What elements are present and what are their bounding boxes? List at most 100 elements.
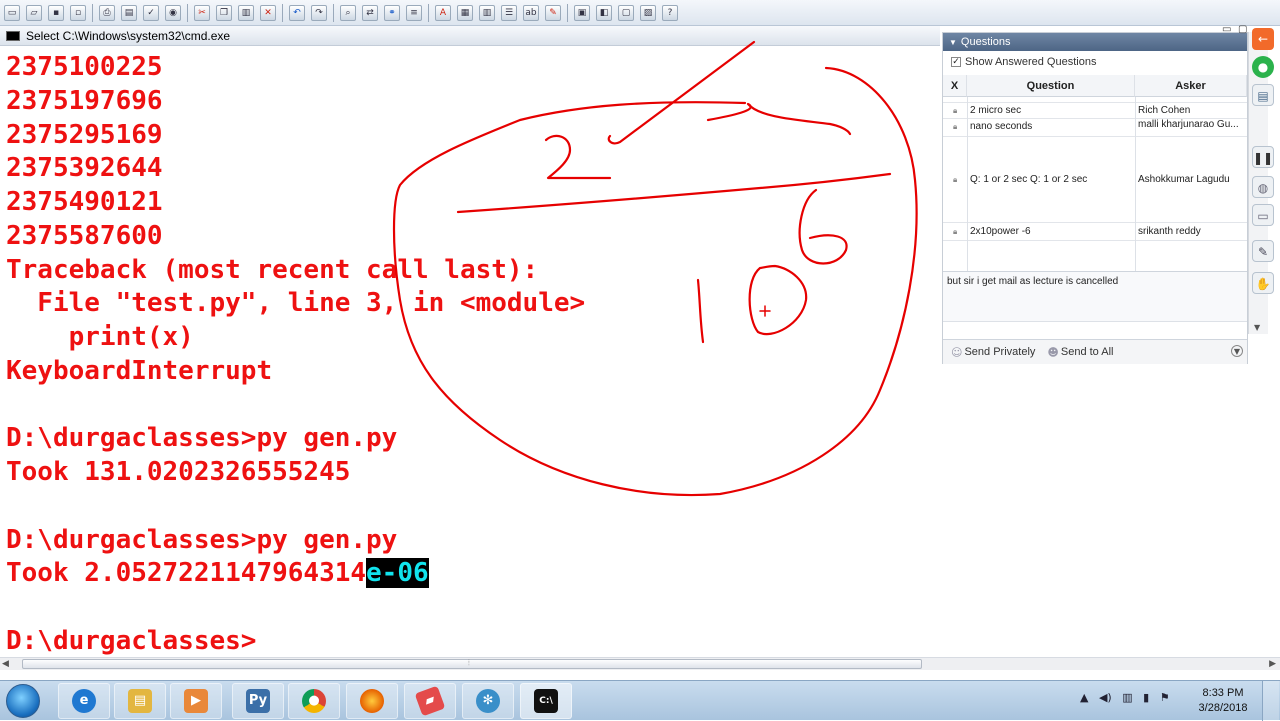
- column-header-question[interactable]: Question: [967, 75, 1135, 97]
- scroll-down-icon[interactable]: ▼: [1254, 323, 1260, 332]
- question-text: nano seconds: [970, 121, 1033, 132]
- show-answered-toggle[interactable]: ✓ Show Answered Questions: [943, 51, 1247, 73]
- taskbar-eraser[interactable]: ▰: [404, 683, 456, 719]
- chrome-icon: ●: [302, 689, 326, 713]
- taskbar-ie[interactable]: e: [58, 683, 110, 719]
- text-tool-icon[interactable]: A: [435, 4, 451, 21]
- save-icon[interactable]: ▪: [48, 4, 64, 21]
- send-to-all-button[interactable]: Send to All: [1061, 346, 1114, 358]
- redo-icon[interactable]: ↷: [311, 4, 327, 21]
- chat-icon[interactable]: ▤: [1252, 84, 1274, 106]
- columns-icon[interactable]: ▥: [479, 4, 495, 21]
- research-icon[interactable]: ◉: [165, 4, 181, 21]
- taskbar-firefox[interactable]: [346, 683, 398, 719]
- copy-icon[interactable]: ❐: [216, 4, 232, 21]
- mouse-icon[interactable]: ◍: [1252, 176, 1274, 198]
- new-file-icon[interactable]: ▭: [4, 4, 20, 21]
- save-as-icon[interactable]: ▫: [70, 4, 86, 21]
- chevron-down-icon[interactable]: ▼: [1231, 345, 1243, 357]
- collapse-triangle-icon[interactable]: ▼: [949, 38, 957, 47]
- horizontal-scrollbar[interactable]: ◀ ⦙ ▶: [0, 657, 1280, 670]
- questions-table: X Question Asker 🔒︎ 2 micro sec Rich Coh…: [943, 75, 1247, 271]
- pause-icon[interactable]: ❚❚: [1252, 146, 1274, 168]
- taskbar-cmd[interactable]: C:\: [520, 683, 572, 719]
- send-privately-button[interactable]: Send Privately: [964, 346, 1035, 358]
- table-row[interactable]: 🔒︎ nano seconds malli kharjunarao Gu...: [943, 119, 1247, 137]
- terminal-line: D:\durgaclasses>py gen.py: [6, 423, 398, 453]
- cmd-title-bar[interactable]: Select C:\Windows\system32\cmd.exe: [0, 26, 940, 46]
- question-text: 2x10power -6: [970, 226, 1031, 237]
- hand-icon[interactable]: ✋: [1252, 272, 1274, 294]
- taskbar-python[interactable]: Py: [232, 683, 284, 719]
- spell-check-icon[interactable]: ✓: [143, 4, 159, 21]
- firefox-icon: [360, 689, 384, 713]
- pen-icon[interactable]: ✎: [1252, 240, 1274, 262]
- print-preview-icon[interactable]: ▤: [121, 4, 137, 21]
- clock-time: 8:33 PM: [1202, 687, 1244, 699]
- insert-table-icon[interactable]: ▦: [457, 4, 473, 21]
- list-icon[interactable]: ☰: [501, 4, 517, 21]
- taskbar: e ▤ ▶ Py ● ▰ ✻ C:\ ▲ ◀) ▥ ▮ ⚑ 8:33 PM 3/…: [0, 680, 1280, 721]
- arrow-icon[interactable]: ←: [1252, 28, 1274, 50]
- questions-header[interactable]: ▼ Questions: [943, 33, 1247, 51]
- window-icon[interactable]: ▢: [618, 4, 634, 21]
- scroll-left-icon[interactable]: ◀: [2, 658, 9, 670]
- table-row[interactable]: 🔒︎ Q: 1 or 2 sec Q: 1 or 2 sec Ashokkuma…: [943, 137, 1247, 223]
- table-row[interactable]: 🔒︎ 2x10power -6 srikanth reddy: [943, 223, 1247, 241]
- taskbar-file-explorer[interactable]: ▤: [114, 683, 166, 719]
- terminal-line: File "test.py", line 3, in <module>: [6, 288, 586, 318]
- checkbox-icon[interactable]: ✓: [951, 57, 961, 67]
- monitor-icon[interactable]: ▭: [1252, 204, 1274, 226]
- hyperlink-icon[interactable]: ⚭: [384, 4, 400, 21]
- lock-icon: 🔒︎: [953, 175, 958, 184]
- terminal-line: 2375197696: [6, 86, 163, 116]
- toolbar-divider: [428, 3, 429, 22]
- system-tray: ▲ ◀) ▥ ▮ ⚑: [1080, 691, 1170, 704]
- taskbar-settings[interactable]: ✻: [462, 683, 514, 719]
- delete-icon[interactable]: ✕: [260, 4, 276, 21]
- questions-footer: ☺ Send Privately ☻ Send to All ▼: [943, 339, 1247, 364]
- volume-icon[interactable]: ◀): [1099, 691, 1112, 704]
- open-folder-icon[interactable]: ▱: [26, 4, 42, 21]
- tray-arrow-icon[interactable]: ▲: [1080, 691, 1088, 704]
- format-icon[interactable]: ≡: [406, 4, 422, 21]
- scrollbar-thumb[interactable]: [22, 659, 922, 669]
- page-layout-icon[interactable]: ▣: [574, 4, 590, 21]
- abc-icon[interactable]: ab: [523, 4, 539, 21]
- minimize-icon[interactable]: ▭: [1222, 24, 1231, 35]
- start-button[interactable]: [6, 684, 40, 718]
- toolbar-divider: [187, 3, 188, 22]
- replace-icon[interactable]: ⇄: [362, 4, 378, 21]
- media-player-icon: ▶: [184, 689, 208, 713]
- scroll-right-icon[interactable]: ▶: [1269, 658, 1276, 670]
- column-divider: [1135, 97, 1136, 271]
- question-text: Q: 1 or 2 sec Q: 1 or 2 sec: [970, 174, 1088, 185]
- flag-icon[interactable]: ⚑: [1160, 691, 1170, 704]
- print-icon[interactable]: ⎙: [99, 4, 115, 21]
- network-icon[interactable]: ▥: [1122, 691, 1132, 704]
- show-desktop-button[interactable]: [1262, 681, 1279, 721]
- answer-input[interactable]: [943, 321, 1247, 336]
- taskbar-clock[interactable]: 8:33 PM 3/28/2018: [1196, 686, 1250, 716]
- find-icon[interactable]: ⌕: [340, 4, 356, 21]
- column-header-x[interactable]: X: [943, 75, 967, 97]
- column-header-asker[interactable]: Asker: [1135, 75, 1247, 97]
- power-icon[interactable]: ▮: [1143, 691, 1149, 704]
- terminal-output[interactable]: 2375100225 2375197696 2375295169 2375392…: [0, 46, 940, 658]
- taskbar-chrome[interactable]: ●: [288, 683, 340, 719]
- taskbar-media-player[interactable]: ▶: [170, 683, 222, 719]
- question-text: 2 micro sec: [970, 105, 1022, 116]
- cut-icon[interactable]: ✂: [194, 4, 210, 21]
- paste-icon[interactable]: ▥: [238, 4, 254, 21]
- questions-title: Questions: [960, 36, 1011, 48]
- maximize-icon[interactable]: ▢: [1238, 24, 1247, 35]
- help-icon[interactable]: ?: [662, 4, 678, 21]
- terminal-line: Took 131.0202326555245: [6, 457, 351, 487]
- clock-date: 3/28/2018: [1198, 702, 1248, 714]
- person-icon: ☺: [951, 345, 963, 359]
- fullscreen-icon[interactable]: ▨: [640, 4, 656, 21]
- microphone-icon[interactable]: ●: [1252, 56, 1274, 78]
- pencil-icon[interactable]: ✎: [545, 4, 561, 21]
- undo-icon[interactable]: ↶: [289, 4, 305, 21]
- sidebar-layout-icon[interactable]: ◧: [596, 4, 612, 21]
